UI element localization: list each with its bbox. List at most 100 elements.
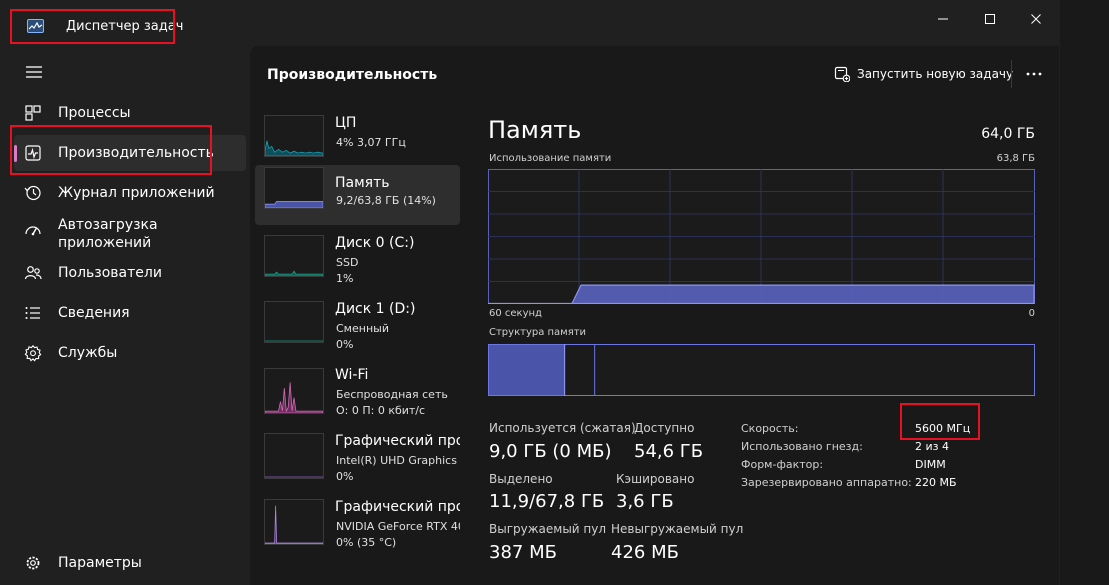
device-detail: SSD (336, 256, 359, 269)
active-indicator (14, 145, 17, 162)
task-manager-icon (27, 19, 44, 33)
more-options-button[interactable] (1021, 62, 1047, 86)
memory-structure-bar (488, 344, 1035, 396)
prop-value-slots: 2 из 4 (915, 440, 949, 453)
device-detail: 1% (336, 272, 354, 285)
sidebar-item-label: Процессы (58, 105, 131, 121)
device-detail: Беспроводная сеть (336, 388, 448, 401)
device-name: Диск 0 (C:) (335, 235, 415, 251)
prop-value-form-factor: DIMM (915, 458, 946, 471)
device-detail: 0% (336, 338, 354, 351)
stat-value-cached: 3,6 ГБ (616, 491, 674, 512)
stat-value-nonpaged-pool: 426 МБ (611, 542, 679, 563)
close-button[interactable] (1021, 8, 1051, 30)
memory-thumbnail-graph (264, 167, 324, 209)
window-title: Диспетчер задач (66, 19, 184, 34)
gpu0-thumbnail-graph (264, 433, 324, 479)
structure-label: Структура памяти (489, 327, 587, 338)
structure-in-use-segment (489, 345, 565, 395)
device-card-gpu-0[interactable]: Графический процессор 0 Intel(R) UHD Gra… (255, 433, 460, 493)
close-icon (1031, 14, 1041, 24)
run-new-task-button[interactable]: Запустить новую задачу (824, 60, 1013, 88)
device-name: Графический процессор 1 (335, 499, 460, 515)
sidebar-item-performance[interactable]: Производительность (14, 135, 246, 171)
sidebar-item-label: Производительность (58, 145, 214, 161)
sidebar-item-users[interactable]: Пользователи (14, 255, 246, 291)
stat-label-in-use: Используется (сжатая) (489, 421, 636, 435)
device-name: Wi-Fi (335, 367, 369, 383)
sidebar-item-label: Сведения (58, 305, 130, 321)
sidebar-item-label: Пользователи (58, 265, 162, 281)
settings-gear-icon (26, 556, 40, 570)
sidebar-item-label: Журнал приложений (58, 185, 215, 201)
hamburger-menu-icon[interactable] (25, 64, 43, 80)
disk0-thumbnail-graph (264, 235, 324, 277)
memory-usage-graph (488, 169, 1035, 304)
sidebar-item-label: Параметры (58, 555, 142, 571)
device-card-disk-0[interactable]: Диск 0 (C:) SSD 1% (255, 235, 460, 295)
prop-value-hw-reserved: 220 МБ (915, 476, 957, 489)
stat-label-paged-pool: Выгружаемый пул (489, 522, 607, 536)
sidebar-item-services[interactable]: Службы (14, 335, 246, 371)
memory-total: 64,0 ГБ (981, 126, 1035, 142)
services-icon (24, 344, 42, 362)
window-right-edge (1060, 0, 1109, 585)
startup-apps-icon (25, 226, 41, 236)
sidebar-item-settings[interactable]: Параметры (14, 545, 246, 581)
minimize-button[interactable] (928, 8, 958, 30)
run-task-icon (834, 66, 850, 82)
device-detail: NVIDIA GeForce RTX 4090 (336, 520, 460, 533)
gpu1-thumbnail-graph (264, 499, 324, 545)
sidebar-item-processes[interactable]: Процессы (14, 95, 246, 131)
stat-label-committed: Выделено (489, 472, 553, 486)
sidebar-item-details[interactable]: Сведения (14, 295, 246, 331)
device-card-wifi[interactable]: Wi-Fi Беспроводная сеть О: 0 П: 0 кбит/с (255, 367, 460, 427)
device-detail: О: 0 П: 0 кбит/с (336, 404, 426, 417)
details-icon (25, 307, 40, 319)
usage-graph-label: Использование памяти (489, 153, 612, 164)
page-title: Производительность (267, 67, 438, 83)
performance-icon (25, 145, 41, 161)
prop-label-hw-reserved: Зарезервировано аппаратно: (741, 476, 912, 489)
device-detail: 0% (35 °C) (336, 536, 397, 549)
device-card-disk-1[interactable]: Диск 1 (D:) Сменный 0% (255, 301, 460, 361)
prop-value-speed: 5600 МГц (915, 422, 971, 435)
stat-label-nonpaged-pool: Невыгружаемый пул (611, 522, 744, 536)
stat-value-available: 54,6 ГБ (634, 441, 704, 462)
device-detail: 9,2/63,8 ГБ (14%) (336, 194, 436, 207)
graph-axis-right: 0 (1028, 308, 1035, 319)
disk1-thumbnail-graph (264, 301, 324, 343)
device-detail: Сменный (336, 322, 389, 335)
more-options-icon (1026, 72, 1042, 76)
header-separator (1011, 60, 1012, 88)
maximize-icon (985, 14, 995, 24)
sidebar-item-startup-apps[interactable]: Автозагрузка приложений (14, 212, 246, 256)
graph-axis-left: 60 секунд (489, 308, 542, 319)
stat-value-in-use: 9,0 ГБ (0 МБ) (489, 441, 612, 462)
sidebar-item-app-history[interactable]: Журнал приложений (14, 175, 246, 211)
usage-graph-max: 63,8 ГБ (996, 153, 1035, 164)
device-name: ЦП (335, 115, 357, 131)
users-icon (24, 266, 42, 280)
cpu-thumbnail-graph (264, 115, 324, 157)
stat-value-committed: 11,9/67,8 ГБ (489, 491, 605, 512)
sidebar-item-label: Автозагрузка приложений (58, 217, 158, 251)
device-name: Графический процессор 0 (335, 433, 460, 449)
memory-title: Память (488, 116, 582, 144)
wifi-thumbnail-graph (264, 368, 324, 414)
minimize-icon (938, 18, 948, 20)
maximize-button[interactable] (975, 8, 1005, 30)
prop-label-slots: Использовано гнезд: (741, 440, 863, 453)
device-name: Диск 1 (D:) (335, 301, 416, 317)
device-card-memory[interactable]: Память 9,2/63,8 ГБ (14%) (255, 165, 460, 225)
stat-label-cached: Кэшировано (616, 472, 695, 486)
device-detail: 0% (336, 470, 354, 483)
device-card-gpu-1[interactable]: Графический процессор 1 NVIDIA GeForce R… (255, 499, 460, 559)
sidebar-item-label: Службы (58, 345, 118, 361)
device-detail: Intel(R) UHD Graphics 770 (336, 454, 460, 467)
stat-value-paged-pool: 387 МБ (489, 542, 557, 563)
processes-icon (25, 105, 41, 121)
prop-label-speed: Скорость: (741, 422, 799, 435)
device-name: Память (335, 175, 390, 191)
device-detail: 4% 3,07 ГГц (336, 136, 406, 149)
